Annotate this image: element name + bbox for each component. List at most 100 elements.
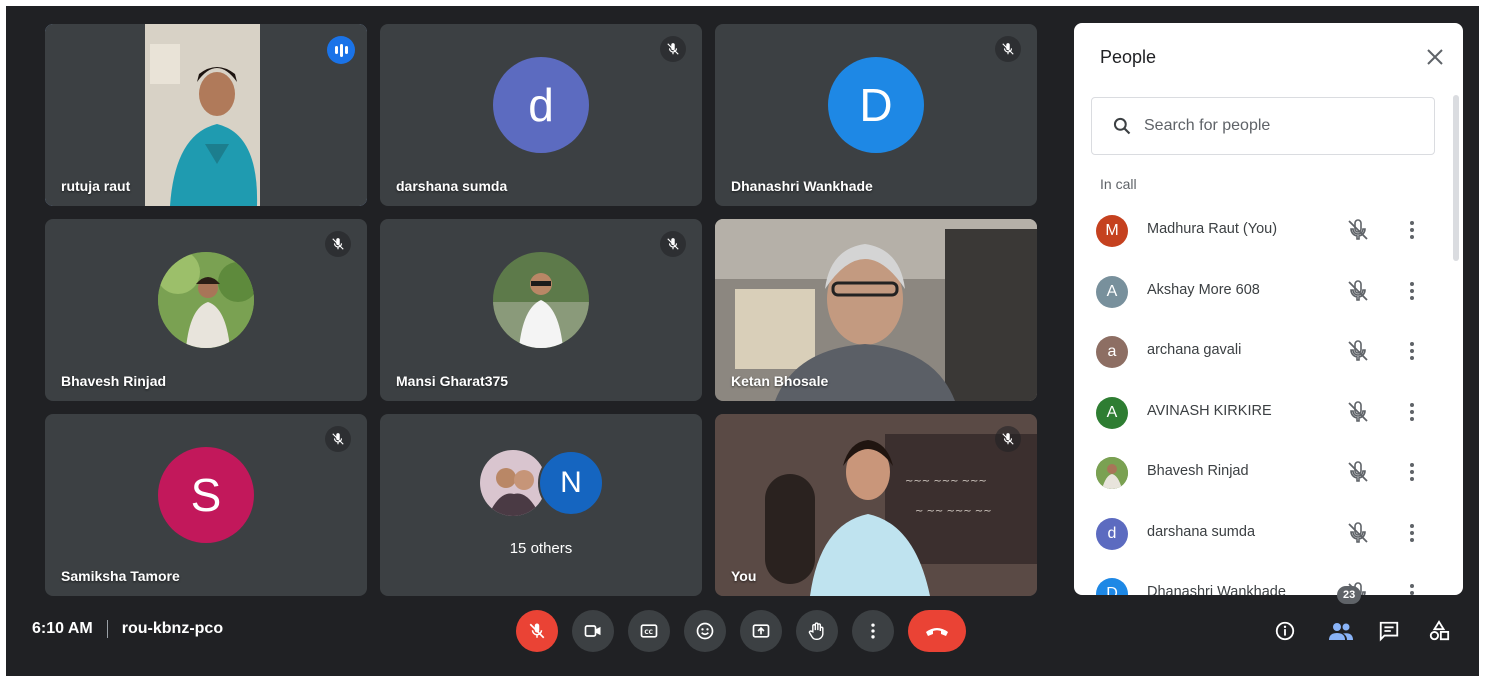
- more-options-icon[interactable]: [1400, 400, 1424, 429]
- list-item[interactable]: A AVINASH KIRKIRE: [1074, 383, 1446, 444]
- tile-dhanashri-wankhade[interactable]: D Dhanashri Wankhade: [715, 24, 1037, 206]
- tile-you[interactable]: ~~~ ~~~ ~~~ ~ ~~ ~~~ ~~ You: [715, 414, 1037, 596]
- chat-button[interactable]: [1372, 614, 1406, 648]
- mic-off-icon: [1346, 339, 1370, 368]
- tile-name: Dhanashri Wankhade: [731, 178, 873, 194]
- raise-hand-button[interactable]: [796, 610, 838, 652]
- captions-button[interactable]: CC: [628, 610, 670, 652]
- speaking-indicator-icon: [327, 36, 355, 64]
- scrollbar[interactable]: [1453, 95, 1459, 261]
- bottom-bar: 6:10 AM rou-kbnz-pco CC 23: [6, 586, 1479, 676]
- svg-text:~ ~~ ~~~ ~~: ~ ~~ ~~~ ~~: [915, 506, 992, 517]
- activities-button[interactable]: [1422, 614, 1456, 648]
- tile-name: darshana sumda: [396, 178, 508, 194]
- chat-icon: [1379, 621, 1399, 642]
- list-item[interactable]: Bhavesh Rinjad: [1074, 443, 1446, 504]
- avatar: a: [1096, 336, 1128, 368]
- participant-name: Akshay More 608: [1147, 281, 1260, 298]
- tile-others[interactable]: N 15 others: [380, 414, 702, 596]
- participant-count-badge: 23: [1337, 586, 1362, 604]
- meeting-code: rou-kbnz-pco: [121, 620, 224, 637]
- avatar-photo: [493, 252, 589, 348]
- list-item[interactable]: D Dhanashri Wankhade: [1074, 564, 1446, 595]
- mic-toggle-button[interactable]: [516, 610, 558, 652]
- mic-off-icon: [1346, 460, 1370, 489]
- tile-rutuja-raut[interactable]: rutuja raut: [45, 24, 367, 206]
- tile-darshana-sumda[interactable]: d darshana sumda: [380, 24, 702, 206]
- mic-off-icon: [995, 36, 1021, 62]
- avatar: M: [1096, 215, 1128, 247]
- divider: [106, 620, 108, 638]
- participant-name: archana gavali: [1147, 342, 1242, 358]
- avatar-photo: [158, 252, 254, 348]
- list-item[interactable]: d darshana sumda: [1074, 504, 1446, 565]
- avatar-photo: [480, 450, 546, 516]
- list-item[interactable]: M Madhura Raut (You): [1074, 201, 1446, 262]
- avatar: A: [1096, 396, 1128, 429]
- participant-name: AVINASH KIRKIRE: [1147, 402, 1272, 419]
- meet-window: rutuja raut d darshana sumda D Dhanashri…: [6, 6, 1479, 676]
- mic-off-icon: [1346, 521, 1370, 550]
- more-options-icon[interactable]: [1400, 218, 1424, 247]
- more-vert-icon: [871, 623, 875, 639]
- mic-off-icon: [660, 36, 686, 62]
- others-count: 15 others: [509, 540, 573, 557]
- tile-name: You: [731, 568, 757, 584]
- activities-icon: [1429, 620, 1450, 641]
- participant-name: Bhavesh Rinjad: [1147, 463, 1249, 479]
- hand-icon: [808, 622, 824, 641]
- camera-icon: [584, 625, 601, 637]
- video-feed: ~~~ ~~~ ~~~ ~ ~~ ~~~ ~~: [715, 414, 1037, 596]
- camera-button[interactable]: [572, 610, 614, 652]
- people-panel: People In call M Madhura Raut (You) A Ak…: [1074, 23, 1463, 595]
- more-options-icon[interactable]: [1400, 339, 1424, 368]
- tile-name: Bhavesh Rinjad: [61, 373, 167, 389]
- tile-bhavesh-rinjad[interactable]: Bhavesh Rinjad: [45, 219, 367, 401]
- avatar: S: [158, 447, 254, 543]
- mic-off-icon: [325, 231, 351, 257]
- meeting-info: 6:10 AM rou-kbnz-pco: [32, 620, 223, 638]
- more-options-icon[interactable]: [1400, 460, 1424, 489]
- tile-name: Ketan Bhosale: [731, 373, 829, 389]
- avatar: A: [1096, 275, 1128, 308]
- tile-name: Mansi Gharat375: [396, 373, 509, 389]
- svg-text:~~~ ~~~ ~~~: ~~~ ~~~ ~~~: [905, 476, 987, 487]
- participant-name: darshana sumda: [1147, 523, 1256, 540]
- search-icon: [1112, 116, 1132, 136]
- people-icon: [1329, 623, 1353, 640]
- avatar: d: [493, 57, 589, 153]
- list-item[interactable]: A Akshay More 608: [1074, 262, 1446, 323]
- avatar: D: [828, 57, 924, 153]
- section-label: In call: [1100, 176, 1137, 192]
- people-button[interactable]: [1324, 614, 1358, 648]
- search-box: [1091, 97, 1435, 155]
- mic-off-icon: [1346, 279, 1370, 308]
- search-input[interactable]: [1142, 116, 1426, 136]
- meeting-time: 6:10 AM: [32, 620, 93, 637]
- tile-samiksha-tamore[interactable]: S Samiksha Tamore: [45, 414, 367, 596]
- emoji-icon: [696, 622, 714, 640]
- mic-off-icon: [325, 426, 351, 452]
- present-icon: [752, 624, 770, 638]
- avatar: d: [1096, 517, 1128, 550]
- avatar: N: [538, 450, 604, 516]
- more-options-button[interactable]: [852, 610, 894, 652]
- more-options-icon[interactable]: [1400, 279, 1424, 308]
- svg-text:CC: CC: [644, 630, 653, 636]
- captions-icon: CC: [640, 624, 658, 638]
- avatar-photo: [1096, 457, 1128, 489]
- emoji-button[interactable]: [684, 610, 726, 652]
- tile-mansi-gharat375[interactable]: Mansi Gharat375: [380, 219, 702, 401]
- leave-call-button[interactable]: [908, 610, 966, 652]
- mic-off-icon: [1346, 218, 1370, 247]
- present-button[interactable]: [740, 610, 782, 652]
- close-icon[interactable]: [1421, 43, 1449, 71]
- panel-title: People: [1100, 47, 1157, 67]
- meeting-details-button[interactable]: [1268, 614, 1302, 648]
- more-options-icon[interactable]: [1400, 521, 1424, 550]
- mic-off-icon: [1346, 400, 1370, 429]
- list-item[interactable]: a archana gavali: [1074, 322, 1446, 383]
- hang-up-icon: [926, 628, 948, 636]
- tile-ketan-bhosale[interactable]: Ketan Bhosale: [715, 219, 1037, 401]
- info-icon: [1275, 621, 1295, 641]
